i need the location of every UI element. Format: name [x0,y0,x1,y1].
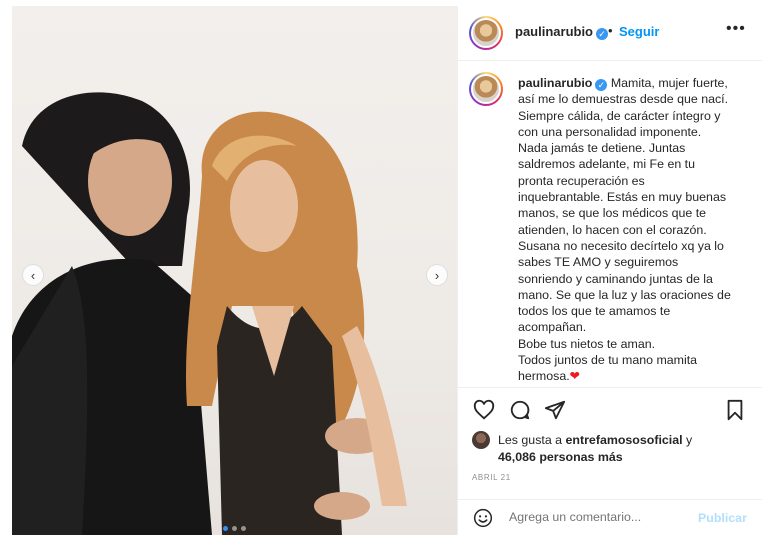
username-text[interactable]: paulinarubio [515,24,593,39]
likes-line: Les gusta a entrefamososoficial y [498,433,693,447]
caption-avatar[interactable] [469,72,503,106]
likes-count[interactable]: 46,086 personas más [498,450,623,464]
emoji-icon[interactable] [473,508,493,528]
caption-line: manos, se que los médicos que te [518,206,707,221]
caption-line: mano. Se que la luz y las oraciones de [518,287,731,302]
caption-line: pronta recuperación es [518,173,645,188]
comment-bar: Publicar [458,499,762,535]
header-separator: • [608,23,613,38]
carousel-dot [223,526,228,531]
caption-line: todos los que te amamos te [518,304,671,319]
caption-line: saldremos adelante, mi Fe en tu [518,157,696,172]
chevron-right-icon: › [434,267,440,283]
chevron-left-icon: ‹ [30,267,36,283]
likes-section: Les gusta a entrefamososoficial y 46,086… [472,431,757,467]
caption-line: acompañan. [518,320,587,335]
caption-line: Todos juntos de tu mano mamita [518,353,698,368]
publish-button[interactable]: Publicar [698,511,747,525]
post-header: paulinarubio ✓ • Seguir ••• [458,6,762,61]
heart-emoji: ❤ [569,369,581,384]
caption-text: paulinarubio ✓ Mamita, mujer fuerte, así … [518,75,748,385]
save-icon[interactable] [725,399,745,421]
instagram-post: ‹ › paulinarubio ✓ • Seguir ••• paulinaru… [0,0,762,535]
photo-illustration [12,92,407,535]
carousel-dot [232,526,237,531]
caption-line: Siempre cálida, de carácter íntegro y [518,108,721,123]
caption-line: Nada jamás te detiene. Juntas [518,141,686,156]
verified-icon: ✓ [595,79,608,91]
next-slide-button[interactable]: › [426,264,448,286]
caption-line: hermosa.❤ [518,369,581,384]
caption-line: sabes TE AMO y seguiremos [518,255,679,270]
caption-line: Susana no necesito decírtelo xq ya lo [518,238,724,253]
caption-block: paulinarubio ✓ Mamita, mujer fuerte, así … [458,62,762,387]
caption-line: Bobe tus nietos te aman. [518,336,656,351]
action-bar [458,387,762,430]
liker-username[interactable]: entrefamososoficial [566,433,683,447]
caption-line: atienden, lo hacen con el corazón. [518,222,707,237]
carousel-dot [241,526,246,531]
caption-line: así me lo demuestras desde que nací. [518,92,729,107]
follow-button[interactable]: Seguir [619,24,659,39]
header-username[interactable]: paulinarubio ✓ [515,24,608,40]
comment-icon[interactable] [509,399,531,421]
previous-slide-button[interactable]: ‹ [22,264,44,286]
comment-input[interactable] [509,510,689,524]
caption-line: con una personalidad imponente. [518,124,702,139]
more-options-icon[interactable]: ••• [726,20,746,38]
caption-line: sonriendo y caminando juntas de la [518,271,713,286]
caption-line: paulinarubio ✓ Mamita, mujer fuerte, [518,76,728,91]
share-icon[interactable] [544,399,566,421]
post-sidebar: paulinarubio ✓ • Seguir ••• paulinarubio ✓… [457,6,762,535]
liker-avatar[interactable] [472,431,490,449]
caption-username[interactable]: paulinarubio [518,76,592,90]
like-icon[interactable] [473,399,495,421]
verified-icon: ✓ [596,28,608,40]
carousel-indicator [223,526,246,531]
avatar[interactable] [469,16,503,50]
post-photo[interactable]: ‹ › [12,6,457,535]
post-date[interactable]: ABRIL 21 [472,473,511,482]
caption-line: inquebrantable. Estás en muy buenas [518,190,727,205]
